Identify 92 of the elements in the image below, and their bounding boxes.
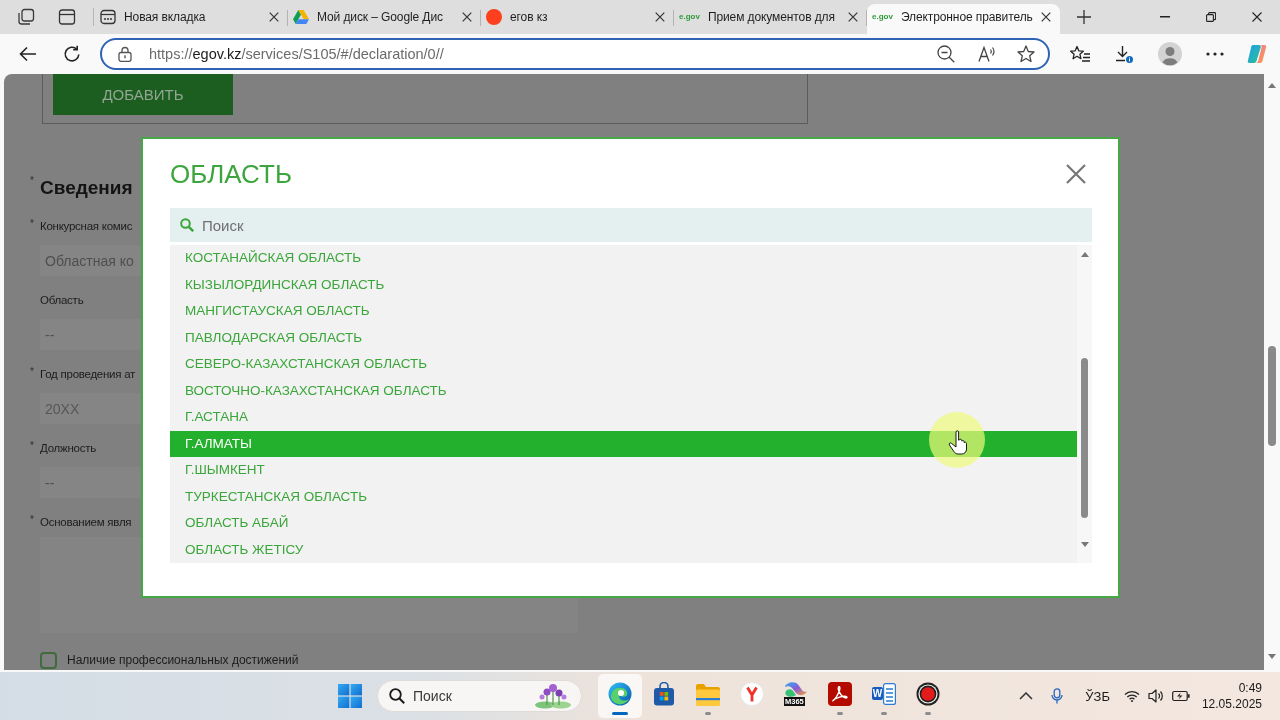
browser-tab[interactable]: Мой диск – Google Дис <box>288 4 481 34</box>
zoom-out-icon[interactable] <box>937 45 955 63</box>
option-item[interactable]: КОСТАНАЙСКАЯ ОБЛАСТЬ <box>170 245 1077 272</box>
read-aloud-icon[interactable] <box>978 46 996 62</box>
microphone-icon[interactable] <box>1051 688 1064 704</box>
add-button[interactable]: ДОБАВИТЬ <box>53 74 233 115</box>
plus-icon[interactable] <box>1077 10 1091 24</box>
assistant-logo-icon[interactable] <box>1247 44 1267 64</box>
star-icon[interactable] <box>1017 45 1035 63</box>
browser-tab[interactable]: Новая вкладка <box>95 4 288 34</box>
search-field[interactable]: Поиск <box>377 680 582 712</box>
scroll-up-arrow-icon[interactable] <box>1080 252 1089 257</box>
site-logo: e.gov <box>872 12 893 22</box>
scrollbar-thumb[interactable] <box>1081 358 1088 518</box>
close-icon[interactable] <box>1041 12 1051 22</box>
browser-tab[interactable]: егов кз <box>481 4 674 34</box>
window-icon <box>100 9 116 25</box>
browser-tab[interactable]: e.gov Прием документов для <box>674 4 867 34</box>
section-title: Сведения <box>40 176 133 200</box>
field-label: Конкурсная комис <box>40 219 133 233</box>
required-mark: * <box>30 176 35 186</box>
tab-layout-icon[interactable] <box>58 8 76 26</box>
more-icon[interactable] <box>1206 52 1224 56</box>
checkbox-label: Наличие профессиональных достижений <box>67 653 299 667</box>
search-icon <box>389 688 405 704</box>
close-icon[interactable] <box>269 12 279 22</box>
record-button-icon <box>916 682 940 706</box>
close-icon[interactable] <box>655 12 665 22</box>
option-item[interactable]: Г.АСТАНА <box>170 404 1077 431</box>
close-icon[interactable] <box>462 12 472 22</box>
required-mark: * <box>30 367 35 379</box>
required-mark: * <box>30 219 35 231</box>
lock-icon[interactable] <box>118 46 132 62</box>
start-icon[interactable] <box>338 684 362 708</box>
battery-icon[interactable] <box>1171 690 1190 702</box>
y-logo-icon <box>740 682 764 706</box>
field-label: Год проведения ат <box>40 367 136 381</box>
scrollbar-thumb[interactable] <box>1268 346 1276 446</box>
hand-cursor-icon <box>929 412 985 468</box>
shopping-bag-icon <box>652 682 676 706</box>
address-field[interactable]: https://egov.kz/services/S105/#/declaration/0// <box>100 38 1050 70</box>
dropdown-field[interactable]: -- <box>40 319 141 350</box>
option-item[interactable]: ПАВЛОДАРСКАЯ ОБЛАСТЬ <box>170 324 1077 351</box>
option-item[interactable]: ТУРКЕСТАНСКАЯ ОБЛАСТЬ <box>170 483 1077 510</box>
scroll-down-arrow-icon[interactable] <box>1080 542 1089 547</box>
restore-icon[interactable] <box>1206 12 1216 22</box>
minimize-icon[interactable] <box>1160 16 1170 18</box>
overlapping-squares-icon[interactable] <box>17 8 35 26</box>
language-indicator[interactable]: ЎЗБ <box>1085 688 1110 704</box>
option-item[interactable]: Г.ШЫМКЕНТ <box>170 457 1077 484</box>
required-mark: * <box>30 515 35 527</box>
close-icon[interactable] <box>848 12 858 22</box>
favorites-icon[interactable] <box>1070 45 1090 63</box>
document-icon <box>883 683 896 705</box>
search-icon <box>180 218 194 232</box>
option-item[interactable]: ВОСТОЧНО-КАЗАХСТАНСКАЯ ОБЛАСТЬ <box>170 377 1077 404</box>
flower-icon <box>533 683 573 709</box>
required-mark: * <box>30 441 35 453</box>
triangle-logo-icon <box>293 9 309 25</box>
scroll-down-arrow-icon[interactable] <box>1268 654 1276 659</box>
dropdown-field[interactable]: -- <box>40 467 141 498</box>
ribbon-logo-icon <box>784 682 808 697</box>
field-label: Область <box>40 293 84 307</box>
circle-logo-icon <box>486 9 502 25</box>
download-icon[interactable] <box>1115 45 1133 63</box>
taskbar-button[interactable]: W <box>862 674 906 718</box>
search-field[interactable]: Поиск <box>170 208 1092 242</box>
field-label: Основанием явля <box>40 515 132 529</box>
checkbox[interactable] <box>40 652 57 669</box>
clock-time[interactable]: 0:49 <box>1238 680 1262 696</box>
scroll-up-arrow-icon[interactable] <box>1268 83 1276 88</box>
pdf-logo-icon <box>828 682 852 706</box>
option-item[interactable]: Г.АЛМАТЫ <box>170 430 1077 457</box>
refresh-icon[interactable] <box>63 45 81 63</box>
dialog-title: ОБЛАСТЬ <box>170 158 292 191</box>
site-logo: e.gov <box>679 12 700 22</box>
chevron-up-icon[interactable] <box>1019 692 1034 700</box>
clock-date[interactable]: 12.05.2025 <box>1201 696 1262 712</box>
option-item[interactable]: ОБЛАСТЬ ЖЕТІСУ <box>170 536 1077 563</box>
field-label: Должность <box>40 441 96 455</box>
option-item[interactable]: МАНГИСТАУСКАЯ ОБЛАСТЬ <box>170 298 1077 325</box>
option-item[interactable]: КЫЗЫЛОРДИНСКАЯ ОБЛАСТЬ <box>170 271 1077 298</box>
browser-tab[interactable]: e.gov Электронное правитель <box>867 4 1060 34</box>
folder-icon <box>696 682 720 706</box>
swirl-logo-icon <box>608 682 632 706</box>
speaker-icon[interactable] <box>1147 689 1164 703</box>
avatar-icon[interactable] <box>1158 42 1182 66</box>
back-arrow-icon[interactable] <box>19 46 37 62</box>
close-icon[interactable] <box>1252 12 1262 22</box>
option-item[interactable]: ОБЛАСТЬ АБАЙ <box>170 510 1077 537</box>
wifi-icon[interactable] <box>1123 690 1140 702</box>
option-item[interactable]: СЕВЕРО-КАЗАХСТАНСКАЯ ОБЛАСТЬ <box>170 351 1077 378</box>
